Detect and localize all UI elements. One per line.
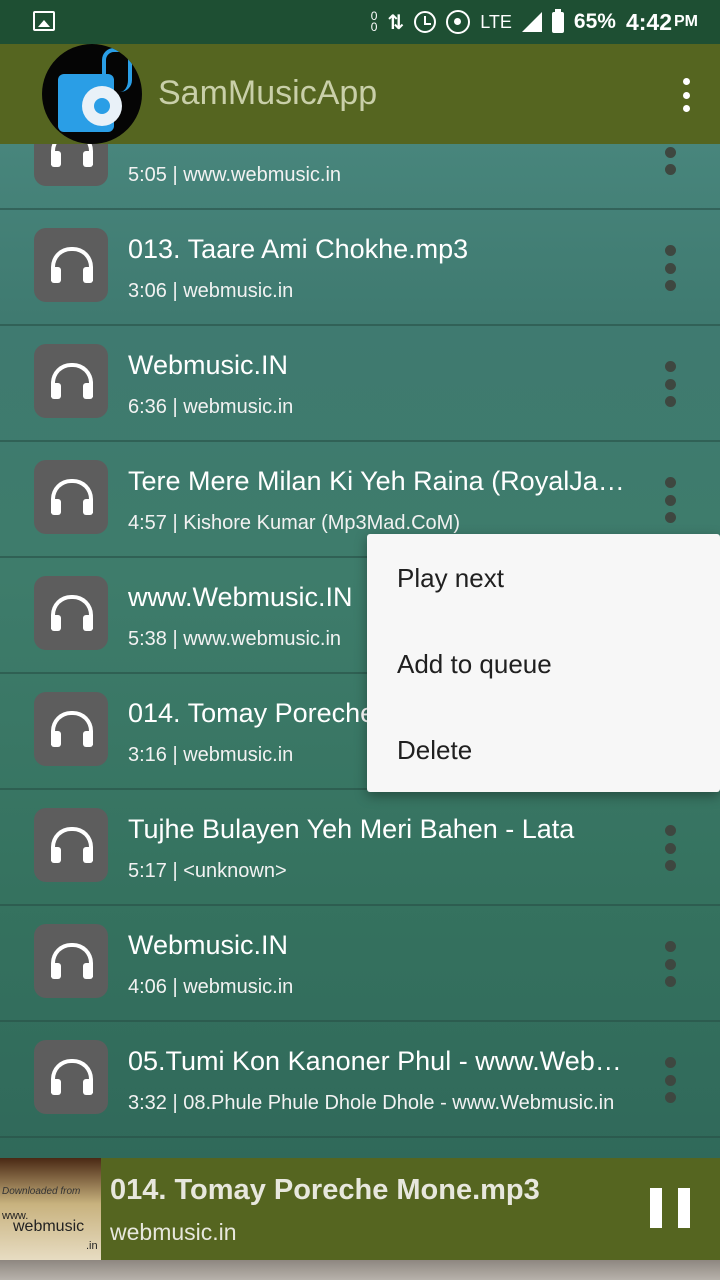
list-item[interactable]: 05.Tumi Kon Kanoner Phul - www.Webmusic.… — [0, 1021, 720, 1138]
data-down-count: 0 — [370, 20, 378, 34]
headphones-icon — [51, 711, 93, 747]
song-subtitle: 3:06 | webmusic.in — [128, 280, 294, 302]
clock-time: 4:42 — [625, 8, 672, 35]
album-art: Downloaded from www. webmusic .in — [0, 1158, 101, 1260]
song-thumbnail — [34, 924, 108, 998]
data-arrows-icon: ⇅ — [387, 11, 405, 34]
battery-percent: 65% — [573, 10, 616, 33]
headphones-icon — [51, 827, 93, 863]
status-bar: 0 0 ⇅ LTE 65% 4:42 PM — [0, 0, 720, 44]
headphones-icon — [51, 479, 93, 515]
song-title: 013. Taare Ami Chokhe.mp3 — [128, 234, 469, 264]
app-bar: SamMusicApp — [0, 44, 720, 144]
pause-icon — [650, 1188, 662, 1228]
song-thumbnail — [34, 460, 108, 534]
clock-ampm: PM — [674, 13, 698, 30]
song-more-button[interactable] — [664, 361, 676, 407]
navigation-bar-strip — [0, 1260, 720, 1280]
network-type: LTE — [480, 11, 512, 32]
song-more-button[interactable] — [664, 825, 676, 871]
list-item[interactable]: Webmusic.IN 4:06 | webmusic.in — [0, 905, 720, 1022]
status-icons: 0 0 ⇅ LTE 65% 4:42 PM — [371, 0, 698, 44]
music-player-icon — [58, 74, 122, 132]
image-notification-icon — [33, 11, 55, 31]
headphones-icon — [51, 943, 93, 979]
song-subtitle: 5:05 | www.webmusic.in — [128, 164, 342, 186]
app-title: SamMusicApp — [158, 74, 378, 112]
song-subtitle: 5:17 | <unknown> — [128, 860, 287, 882]
song-thumbnail — [34, 808, 108, 882]
menu-item-delete[interactable]: Delete — [397, 735, 472, 766]
song-options-menu: Play next Add to queue Delete — [367, 534, 720, 792]
hotspot-icon — [446, 10, 471, 34]
menu-item-add-to-queue[interactable]: Add to queue — [397, 649, 552, 680]
song-title: 05.Tumi Kon Kanoner Phul - www.Webmusic.… — [128, 1046, 628, 1076]
app-logo — [42, 44, 142, 144]
alarm-icon — [414, 11, 437, 33]
menu-item-play-next[interactable]: Play next — [397, 563, 504, 594]
album-art-text: webmusic — [13, 1218, 85, 1235]
song-title: Webmusic.IN — [128, 350, 289, 380]
song-more-button[interactable] — [664, 1057, 676, 1103]
list-item[interactable]: 013. Taare Ami Chokhe.mp3 3:06 | webmusi… — [0, 209, 720, 326]
song-subtitle: 4:57 | Kishore Kumar (Mp3Mad.CoM) — [128, 512, 460, 534]
album-art-text: Downloaded from — [2, 1186, 81, 1197]
battery-icon — [551, 8, 564, 33]
headphones-icon — [51, 363, 93, 399]
list-item[interactable]: Tujhe Bulayen Yeh Meri Bahen - Lata 5:17… — [0, 789, 720, 906]
song-more-button[interactable] — [664, 245, 676, 291]
song-subtitle: 4:06 | webmusic.in — [128, 976, 294, 998]
song-title: Tujhe Bulayen Yeh Meri Bahen - Lata — [128, 814, 575, 844]
overflow-menu-button[interactable] — [680, 78, 692, 112]
data-activity-indicator: 0 0 — [370, 10, 378, 34]
song-thumbnail — [34, 1040, 108, 1114]
now-playing-bar[interactable]: Downloaded from www. webmusic .in 014. T… — [0, 1158, 720, 1260]
song-subtitle: 3:32 | 08.Phule Phule Dhole Dhole - www.… — [128, 1092, 615, 1114]
song-thumbnail — [34, 344, 108, 418]
album-art-text: .in — [86, 1240, 98, 1252]
headphones-icon — [51, 595, 93, 631]
signal-icon — [521, 12, 542, 32]
now-playing-title: 014. Tomay Poreche Mone.mp3 — [110, 1174, 540, 1206]
song-thumbnail — [34, 692, 108, 766]
headphones-icon — [51, 247, 93, 283]
song-title: Tere Mere Milan Ki Yeh Raina (RoyalJatt.… — [128, 466, 628, 496]
song-more-button[interactable] — [664, 477, 676, 523]
song-subtitle: 6:36 | webmusic.in — [128, 396, 294, 418]
headphones-icon — [51, 1059, 93, 1095]
song-more-button[interactable] — [664, 941, 676, 987]
pause-button[interactable] — [650, 1188, 690, 1228]
song-thumbnail — [34, 576, 108, 650]
now-playing-subtitle: webmusic.in — [110, 1219, 237, 1245]
song-title: Webmusic.IN — [128, 930, 289, 960]
song-thumbnail — [34, 228, 108, 302]
list-item[interactable]: Webmusic.IN 6:36 | webmusic.in — [0, 325, 720, 442]
